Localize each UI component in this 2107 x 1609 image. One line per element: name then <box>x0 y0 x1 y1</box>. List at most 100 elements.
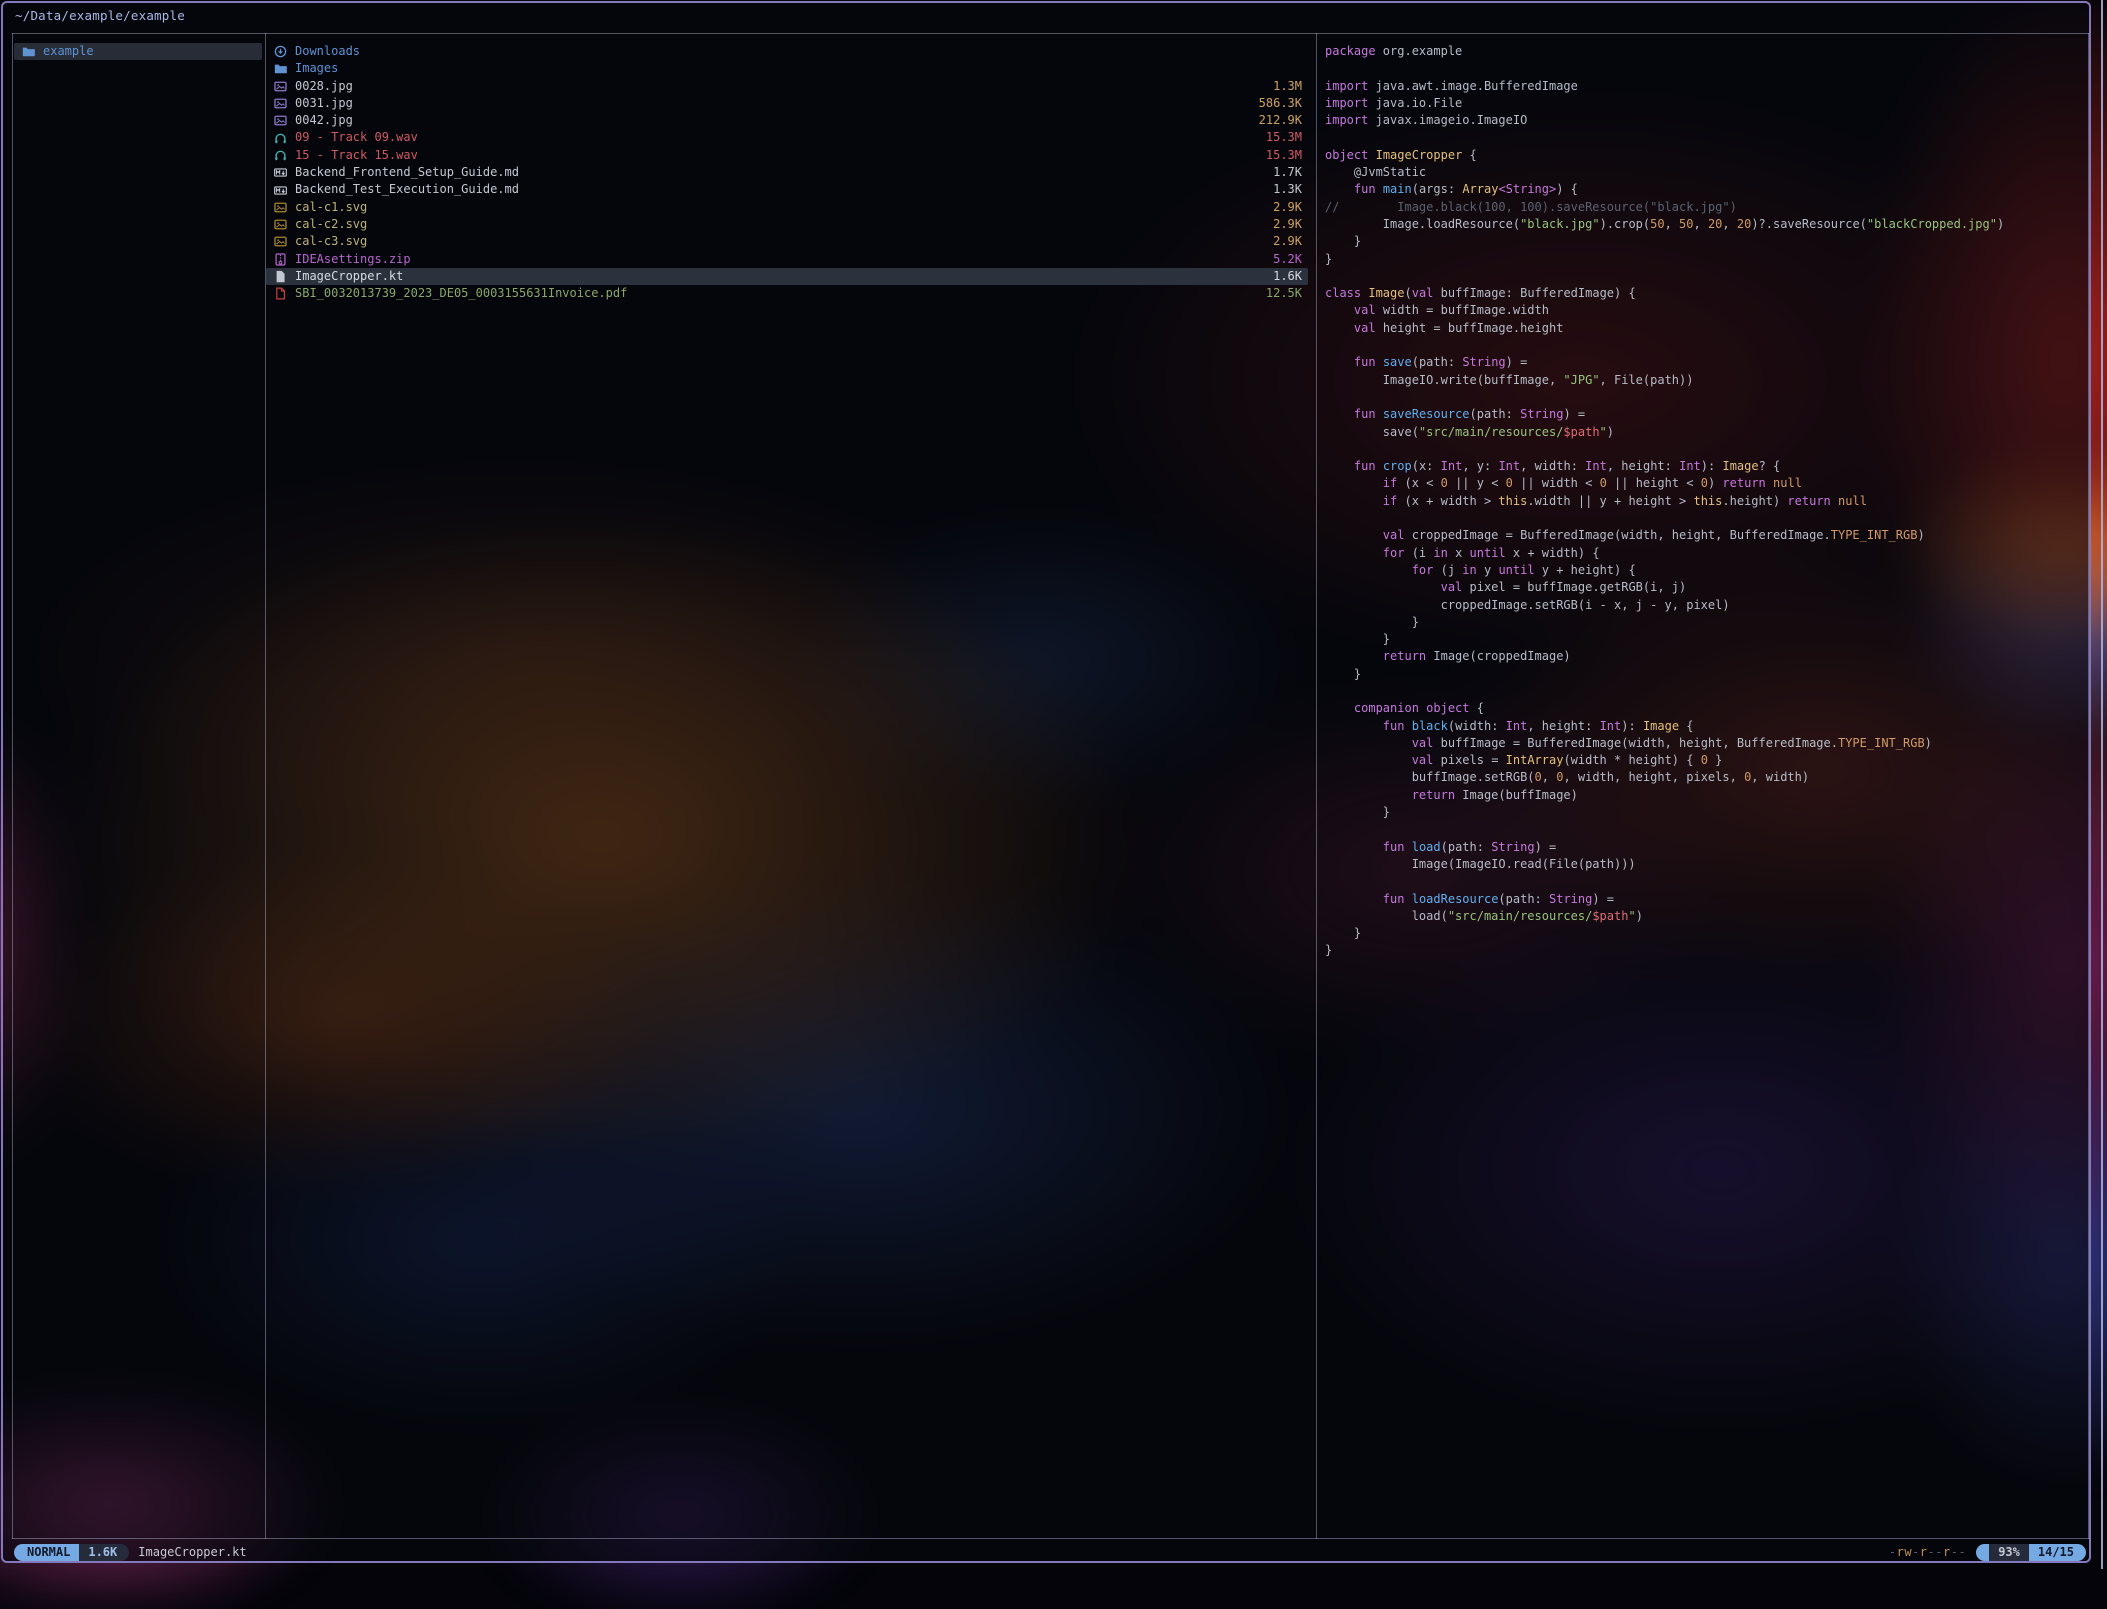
code-token-txt: (x: <box>1412 459 1441 473</box>
code-token-txt <box>1325 476 1383 490</box>
code-token-kw: return <box>1412 788 1455 802</box>
code-token-txt: @JvmStatic <box>1325 165 1426 179</box>
file-row[interactable]: IDEAsettings.zip5.2K <box>266 251 1308 268</box>
code-token-txt: } <box>1325 234 1361 248</box>
code-token-this: this <box>1693 494 1722 508</box>
code-token-txt: .height) <box>1722 494 1787 508</box>
code-line <box>1325 268 2087 285</box>
code-token-ty: Image <box>1368 286 1404 300</box>
code-token-kw: import <box>1325 96 1368 110</box>
code-token-fn: saveResource <box>1383 407 1470 421</box>
code-token-txt: ) <box>1607 425 1614 439</box>
code-token-txt: , <box>1542 770 1556 784</box>
code-token-str: " <box>1628 909 1635 923</box>
code-token-txt: height = buffImage.height <box>1376 321 1564 335</box>
file-row[interactable]: cal-c1.svg2.9K <box>266 199 1308 216</box>
file-size: 586.3K <box>1259 95 1308 112</box>
code-token-num: TYPE_INT_RGB <box>1838 736 1925 750</box>
code-token-txt: ): <box>1621 719 1643 733</box>
code-token-num: 0 <box>1701 476 1708 490</box>
file-row[interactable]: ImageCropper.kt1.6K <box>266 268 1308 285</box>
code-token-txt <box>1325 303 1354 317</box>
file-row[interactable]: 09 - Track 09.wav15.3M <box>266 129 1308 146</box>
code-token-kw: in <box>1462 563 1476 577</box>
code-line: class Image(val buffImage: BufferedImage… <box>1325 285 2087 302</box>
file-preview-pane[interactable]: package org.example import java.awt.imag… <box>1325 43 2087 960</box>
code-token-txt: (i <box>1404 546 1433 560</box>
code-line: fun saveResource(path: String) = <box>1325 406 2087 423</box>
code-token-num: 50 <box>1650 217 1664 231</box>
code-token-txt: ImageIO.write(buffImage, <box>1325 373 1563 387</box>
folder-download-icon <box>274 45 288 58</box>
code-line: val croppedImage = BufferedImage(width, … <box>1325 527 2087 544</box>
markdown-icon <box>274 184 288 197</box>
code-token-kw: package <box>1325 44 1376 58</box>
code-token-txt: (width: <box>1448 719 1506 733</box>
cursor-position-indicator: 14/15 <box>2029 1544 2086 1561</box>
code-token-kw: fun <box>1383 719 1405 733</box>
status-filename: ImageCropper.kt <box>138 1545 246 1559</box>
file-row[interactable]: cal-c2.svg2.9K <box>266 216 1308 233</box>
code-token-txt: Image(croppedImage) <box>1426 649 1571 663</box>
code-token-kw: Int <box>1600 719 1622 733</box>
code-token-txt: )?.saveResource( <box>1751 217 1867 231</box>
code-token-txt <box>1376 459 1383 473</box>
code-token-kw: return <box>1383 649 1426 663</box>
code-token-txt <box>1376 355 1383 369</box>
image-icon <box>274 235 288 248</box>
code-token-txt: ) = <box>1506 355 1528 369</box>
current-path: ~/Data/example/example <box>15 8 185 23</box>
file-row[interactable]: 0028.jpg1.3M <box>266 78 1308 95</box>
code-token-txt: , width) <box>1751 770 1809 784</box>
code-token-this: this <box>1498 494 1527 508</box>
file-row[interactable]: 0031.jpg586.3K <box>266 95 1308 112</box>
code-token-txt <box>1368 148 1375 162</box>
code-line: fun load(path: String) = <box>1325 839 2087 856</box>
code-token-txt <box>1325 753 1412 767</box>
file-row[interactable]: SBI_0032013739_2023_DE05_0003155631Invoi… <box>266 285 1308 302</box>
code-token-ty: Image <box>1643 719 1679 733</box>
code-token-txt: y <box>1477 563 1499 577</box>
code-token-kw: Int <box>1679 459 1701 473</box>
file-row[interactable]: cal-c3.svg2.9K <box>266 233 1308 250</box>
code-line: fun black(width: Int, height: Int): Imag… <box>1325 718 2087 735</box>
code-line <box>1325 389 2087 406</box>
file-row[interactable]: Images <box>266 60 1308 77</box>
code-token-fn: black <box>1412 719 1448 733</box>
file-row[interactable]: 0042.jpg212.9K <box>266 112 1308 129</box>
file-row[interactable]: Downloads <box>266 43 1308 60</box>
code-token-num: 0 <box>1506 476 1513 490</box>
file-list-pane[interactable]: DownloadsImages0028.jpg1.3M0031.jpg586.3… <box>266 43 1308 302</box>
code-line: } <box>1325 942 2087 959</box>
code-token-txt: (path: <box>1441 840 1492 854</box>
code-token-txt: (args: <box>1412 182 1463 196</box>
pane-right-border <box>2088 33 2089 1539</box>
code-line: Image.loadResource("black.jpg").crop(50,… <box>1325 216 2087 233</box>
code-token-kw: val <box>1354 321 1376 335</box>
code-token-txt: buffImage.setRGB( <box>1325 770 1535 784</box>
permission-char: w <box>1904 1545 1912 1559</box>
code-token-txt: ( <box>1404 286 1411 300</box>
file-name: Downloads <box>295 43 1302 60</box>
code-line: } <box>1325 233 2087 250</box>
file-row[interactable]: Backend_Test_Execution_Guide.md1.3K <box>266 181 1308 198</box>
file-row[interactable]: Backend_Frontend_Setup_Guide.md1.7K <box>266 164 1308 181</box>
code-token-kw: return <box>1722 476 1765 490</box>
image-icon <box>274 218 288 231</box>
parent-directory-pane[interactable]: example <box>14 43 262 60</box>
code-token-txt: ) <box>1708 476 1722 490</box>
code-token-txt <box>1325 892 1383 906</box>
code-token-txt <box>1766 476 1773 490</box>
markdown-icon <box>274 166 288 179</box>
code-token-kw: for <box>1412 563 1434 577</box>
code-token-txt <box>1325 840 1383 854</box>
file-row[interactable]: example <box>14 43 262 60</box>
code-token-str: "blackCropped.jpg" <box>1867 217 1997 231</box>
code-token-kw: <String> <box>1498 182 1556 196</box>
code-token-kw: Int <box>1506 719 1528 733</box>
code-token-kw: in <box>1433 546 1447 560</box>
file-name: example <box>43 43 262 60</box>
code-line: // Image.black(100, 100).saveResource("b… <box>1325 199 2087 216</box>
code-token-txt <box>1831 494 1838 508</box>
file-row[interactable]: 15 - Track 15.wav15.3M <box>266 147 1308 164</box>
